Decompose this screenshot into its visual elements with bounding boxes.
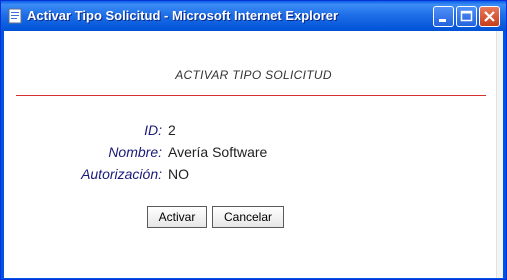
title-bar[interactable]: Activar Tipo Solicitud - Microsoft Inter… (1, 1, 506, 31)
maximize-button[interactable] (456, 6, 477, 27)
scrollbar[interactable] (496, 31, 503, 278)
ie-page-icon (7, 8, 23, 24)
cancelar-button[interactable]: Cancelar (212, 206, 284, 228)
nombre-label: Nombre: (108, 144, 162, 160)
id-label: ID: (144, 122, 162, 138)
maximize-icon (460, 10, 473, 22)
heading-divider (16, 95, 486, 96)
id-value: 2 (168, 122, 176, 138)
activar-button[interactable]: Activar (147, 206, 207, 228)
minimize-icon (439, 19, 446, 22)
autorizacion-value: NO (168, 166, 189, 182)
close-button[interactable] (479, 6, 500, 27)
autorizacion-label: Autorización: (81, 166, 162, 182)
window-title: Activar Tipo Solicitud - Microsoft Inter… (27, 8, 339, 23)
page-content: ACTIVAR TIPO SOLICITUD ID: 2 Nombre: Ave… (4, 31, 503, 278)
nombre-value: Avería Software (168, 144, 268, 160)
minimize-button[interactable] (433, 6, 454, 27)
close-icon (484, 11, 495, 22)
ie-popup-window: Activar Tipo Solicitud - Microsoft Inter… (0, 0, 507, 280)
page-heading: ACTIVAR TIPO SOLICITUD (175, 68, 332, 82)
